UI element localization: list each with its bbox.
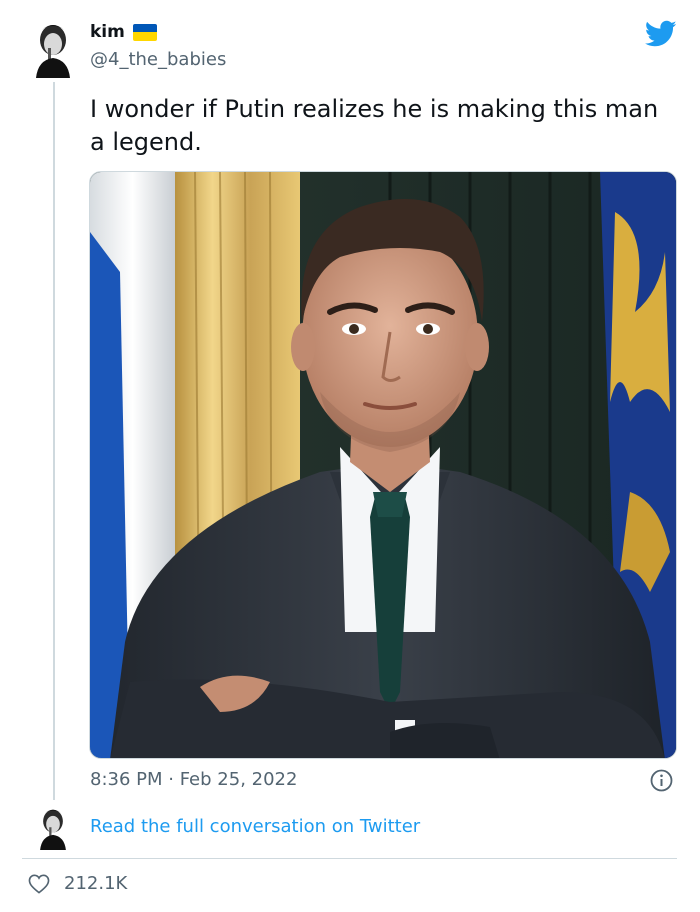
divider xyxy=(22,858,677,859)
author-avatar-small[interactable] xyxy=(34,806,72,850)
tweet-photo[interactable] xyxy=(89,171,677,759)
author-name-row: kim xyxy=(90,22,157,42)
portrait-image xyxy=(90,172,676,758)
like-count: 212.1K xyxy=(64,873,128,894)
tweet-text: I wonder if Putin realizes he is making … xyxy=(90,95,659,156)
like-button[interactable]: 212.1K xyxy=(28,873,127,894)
ukraine-flag-icon xyxy=(132,23,157,41)
thread-line xyxy=(53,82,55,800)
info-icon[interactable] xyxy=(650,769,673,792)
read-conversation-link[interactable]: Read the full conversation on Twitter xyxy=(90,816,420,837)
embedded-tweet-card: kim @4_the_babies I wonder if Putin real… xyxy=(0,0,700,912)
heart-icon xyxy=(28,874,50,894)
author-avatar[interactable] xyxy=(30,20,76,78)
twitter-bird-icon[interactable] xyxy=(644,20,677,48)
tweet-timestamp[interactable]: 8:36 PM · Feb 25, 2022 xyxy=(90,769,297,790)
author-name[interactable]: kim xyxy=(90,22,125,42)
author-handle[interactable]: @4_the_babies xyxy=(90,49,226,70)
